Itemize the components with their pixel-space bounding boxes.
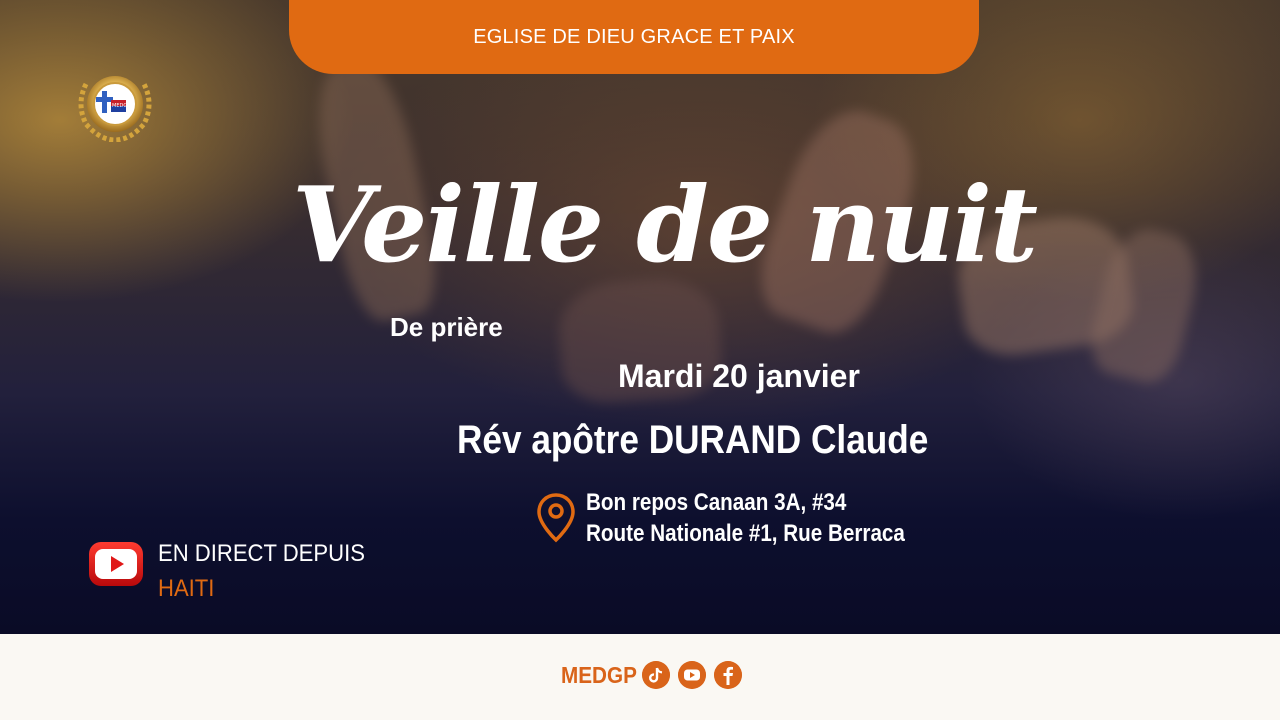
location-pin-icon [537, 493, 575, 543]
event-subtitle: De prière [390, 312, 503, 342]
footer [0, 634, 1280, 720]
live-label: EN DIRECT DEPUIS [158, 540, 365, 567]
church-logo-icon: MEDGP [78, 76, 152, 142]
address-line-2: Route Nationale #1, Rue Berraca [586, 520, 905, 547]
event-date: Mardi 20 janvier [618, 358, 860, 394]
address: Bon repos Canaan 3A, #34 Route Nationale… [586, 487, 905, 549]
logo-text: MEDGP [112, 103, 130, 109]
church-name: EGLISE DE DIEU GRACE ET PAIX [473, 25, 795, 48]
footer-brand: MEDGP [561, 662, 637, 688]
facebook-icon[interactable] [714, 661, 742, 689]
youtube-icon [89, 542, 143, 586]
header-banner: EGLISE DE DIEU GRACE ET PAIX [289, 0, 979, 74]
live-location: HAITI [158, 575, 215, 602]
speaker-name: Rév apôtre DURAND Claude [457, 418, 929, 462]
tiktok-icon[interactable] [642, 661, 670, 689]
youtube-small-icon[interactable] [678, 661, 706, 689]
event-title: Veille de nuit [292, 163, 1038, 286]
address-line-1: Bon repos Canaan 3A, #34 [586, 489, 847, 516]
